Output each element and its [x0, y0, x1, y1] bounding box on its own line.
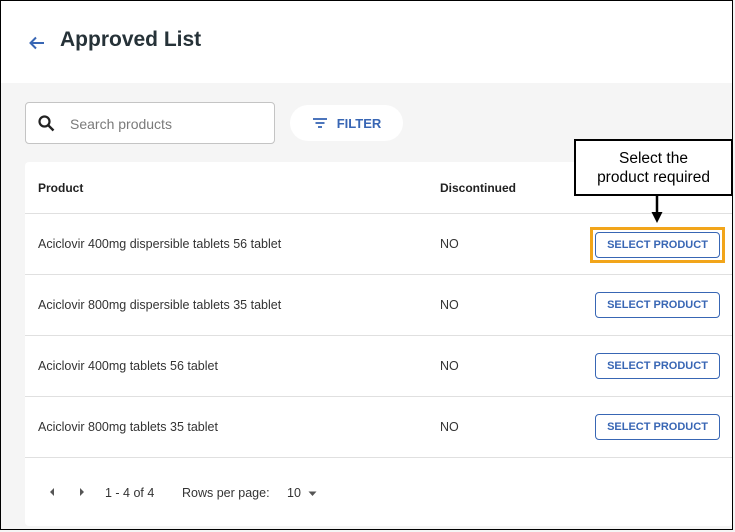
screenshot-border [0, 0, 733, 530]
